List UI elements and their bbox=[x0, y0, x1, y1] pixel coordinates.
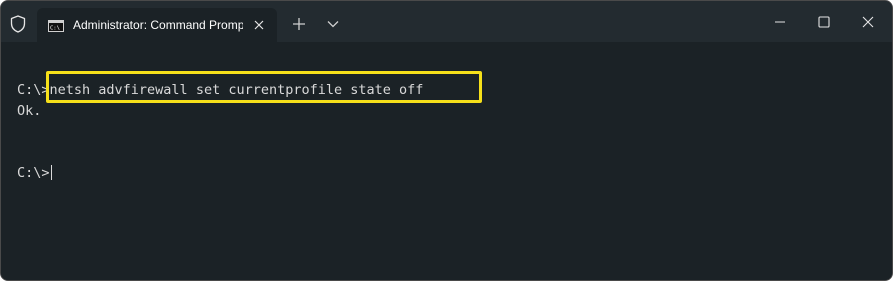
terminal-window: C:\ Administrator: Command Prompt C:\>ne… bbox=[0, 0, 893, 281]
title-bar: C:\ Administrator: Command Prompt bbox=[1, 1, 892, 42]
text-cursor bbox=[50, 165, 52, 180]
tab-command-prompt[interactable]: C:\ Administrator: Command Prompt bbox=[37, 8, 277, 42]
prompt: C:\> bbox=[17, 165, 50, 181]
close-tab-icon[interactable] bbox=[249, 15, 269, 35]
prompt: C:\> bbox=[17, 82, 50, 98]
chevron-down-icon[interactable] bbox=[322, 13, 344, 35]
shield-icon[interactable] bbox=[5, 11, 31, 37]
minimize-icon[interactable] bbox=[765, 9, 795, 35]
output-line: Ok. bbox=[17, 103, 42, 119]
console-output[interactable]: C:\>netsh advfirewall set currentprofile… bbox=[1, 42, 892, 280]
tab-title: Administrator: Command Prompt bbox=[73, 18, 243, 32]
maximize-icon[interactable] bbox=[809, 9, 839, 35]
close-icon[interactable] bbox=[853, 9, 883, 35]
command-prompt-icon: C:\ bbox=[48, 19, 64, 32]
plus-icon[interactable] bbox=[288, 13, 310, 35]
highlight-box bbox=[46, 71, 482, 103]
current-prompt-line[interactable]: C:\> bbox=[17, 164, 52, 182]
svg-text:C:\: C:\ bbox=[50, 26, 60, 32]
